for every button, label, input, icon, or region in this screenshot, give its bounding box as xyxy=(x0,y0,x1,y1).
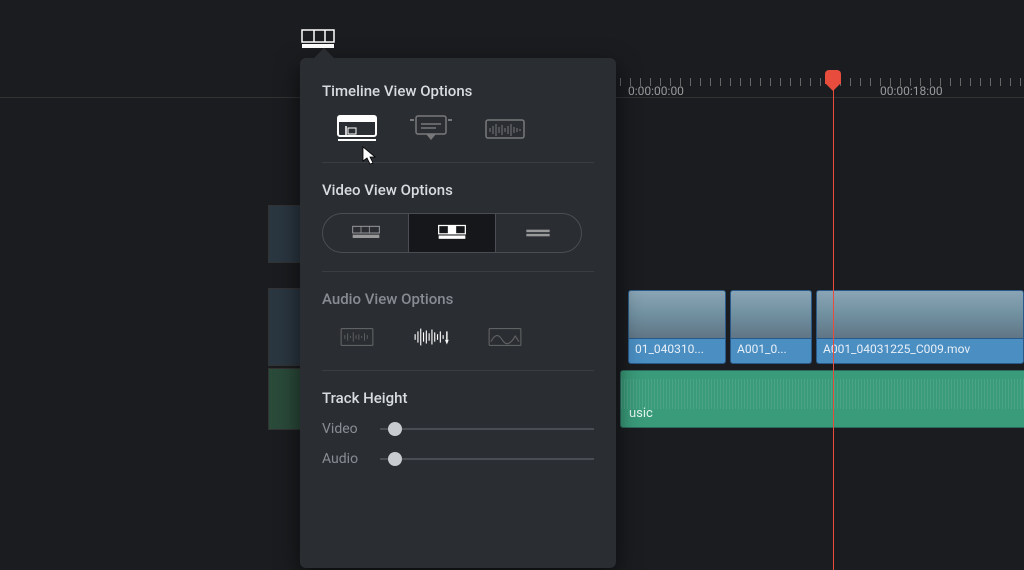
slider-knob[interactable] xyxy=(388,452,402,466)
audio-waveform-simple-icon[interactable] xyxy=(334,322,380,352)
timeline-view-options-row xyxy=(322,114,594,144)
audio-track-height-row: Audio xyxy=(322,451,594,467)
slider-track xyxy=(380,428,594,430)
video-view-thumbnail-icon[interactable] xyxy=(409,214,495,252)
timeline-view-options-title: Timeline View Options xyxy=(322,82,594,100)
divider xyxy=(322,271,594,272)
clip-thumbnail xyxy=(629,291,725,339)
ruler-timecode-2: 00:00:18:00 xyxy=(880,84,943,98)
slider-knob[interactable] xyxy=(388,422,402,436)
audio-slider-label: Audio xyxy=(322,451,366,467)
audio-view-options-row xyxy=(322,322,594,352)
video-slider-label: Video xyxy=(322,421,366,437)
audio-view-options-title: Audio View Options xyxy=(322,290,594,308)
video-track-header-1[interactable] xyxy=(268,288,304,366)
clip-thumbnail xyxy=(817,291,1023,339)
video-clip-3[interactable]: A001_04031225_C009.mov xyxy=(816,290,1024,364)
timeline-view-options-popup: Timeline View Options xyxy=(300,58,616,568)
ruler-timecode-1: 0:00:00:00 xyxy=(628,84,684,98)
audio-clip-label: usic xyxy=(629,406,653,421)
video-view-simple-icon[interactable] xyxy=(496,214,581,252)
divider xyxy=(322,370,594,371)
video-track-height-row: Video xyxy=(322,421,594,437)
video-track-height-slider[interactable] xyxy=(380,421,594,437)
video-view-filmstrip-icon[interactable] xyxy=(323,214,409,252)
audio-waveform-full-icon[interactable] xyxy=(408,322,454,352)
audio-waveform-rectified-icon[interactable] xyxy=(482,322,528,352)
slider-track xyxy=(380,458,594,460)
audio-waveforms-icon[interactable] xyxy=(482,114,528,144)
video-clip-2[interactable]: A001_0... xyxy=(730,290,812,364)
video-view-options-title: Video View Options xyxy=(322,181,594,199)
video-view-segmented-control xyxy=(322,213,582,253)
audio-waveform xyxy=(621,379,1024,409)
clip-thumbnail xyxy=(731,291,811,339)
clip-label: A001_04031225_C009.mov xyxy=(817,339,1023,359)
subtitle-tracks-icon[interactable] xyxy=(408,114,454,144)
video-track-header-2[interactable] xyxy=(268,205,304,263)
audio-clip[interactable]: usic xyxy=(620,370,1024,428)
clip-label: 01_040310... xyxy=(629,339,725,359)
audio-track-header-1[interactable] xyxy=(268,368,304,430)
cursor-icon xyxy=(362,146,378,166)
video-clip-1[interactable]: 01_040310... xyxy=(628,290,726,364)
timeline-view-options-button[interactable] xyxy=(300,28,336,50)
track-height-title: Track Height xyxy=(322,389,594,407)
clip-label: A001_0... xyxy=(731,339,811,359)
audio-track-height-slider[interactable] xyxy=(380,451,594,467)
playhead[interactable] xyxy=(833,70,834,570)
stacked-timelines-icon[interactable] xyxy=(334,114,380,144)
